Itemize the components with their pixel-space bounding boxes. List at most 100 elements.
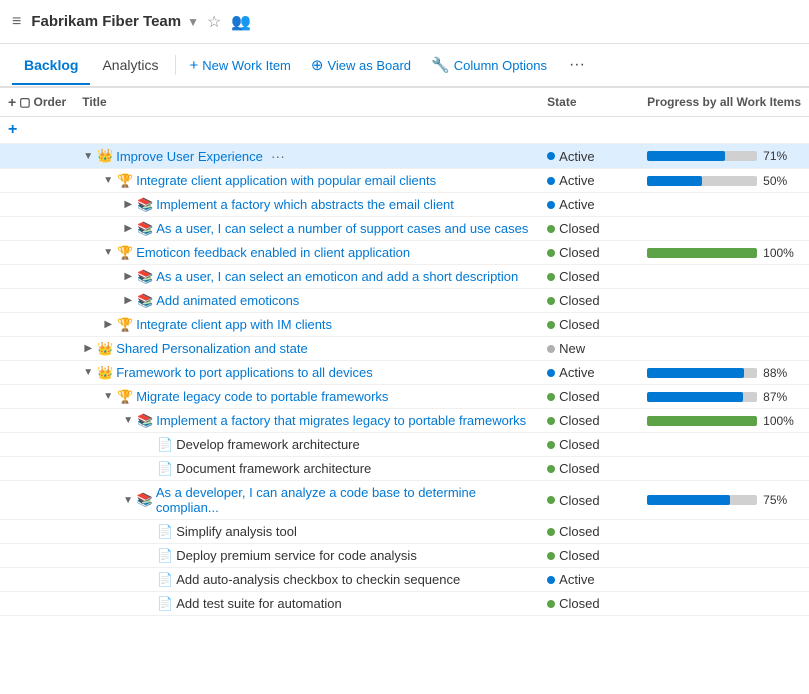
table-header-row: + ▢ Order Title State Progress by all Wo…	[0, 88, 809, 117]
table-row[interactable]: ▼ 🏆 Migrate legacy code to portable fram…	[0, 385, 809, 409]
progress-cell: 100%	[647, 414, 801, 428]
table-row[interactable]: ▼ 📚 Implement a factory that migrates le…	[0, 409, 809, 433]
th-title: Title	[74, 88, 539, 117]
th-add-icon[interactable]: +	[8, 94, 16, 110]
add-cell[interactable]: +	[0, 117, 809, 144]
star-icon[interactable]: ☆	[207, 12, 221, 32]
work-item-title[interactable]: Integrate client app with IM clients	[136, 317, 332, 332]
column-options-button[interactable]: 🔧 Column Options	[421, 50, 557, 80]
table-row[interactable]: ▶ 📚 Implement a factory which abstracts …	[0, 193, 809, 217]
collapse-arrow[interactable]: ▼	[102, 391, 114, 402]
collapse-arrow[interactable]: ▼	[102, 175, 114, 186]
work-item-title[interactable]: Implement a factory which abstracts the …	[156, 197, 454, 212]
work-item-title[interactable]: Add animated emoticons	[156, 293, 299, 308]
work-item-title[interactable]: Add test suite for automation	[176, 596, 341, 611]
table-row[interactable]: ▼ 🏆 Emoticon feedback enabled in client …	[0, 241, 809, 265]
state-dot	[547, 496, 555, 504]
state-cell: Closed	[547, 437, 631, 452]
top-bar: ≡ Fabrikam Fiber Team ▼ ☆ 👥	[0, 0, 809, 44]
row-more-button[interactable]: ···	[271, 148, 285, 164]
story-icon: 📚	[138, 270, 152, 284]
expand-arrow[interactable]: ▶	[122, 295, 134, 306]
state-label: Active	[559, 197, 594, 212]
state-dot	[547, 393, 555, 401]
collapse-arrow[interactable]: ▼	[102, 247, 114, 258]
collapse-arrow[interactable]: ▼	[82, 151, 94, 162]
task-icon: 📄	[158, 549, 172, 563]
work-item-title[interactable]: Framework to port applications to all de…	[116, 365, 373, 380]
work-item-title[interactable]: Shared Personalization and state	[116, 341, 308, 356]
work-item-title[interactable]: As a user, I can select a number of supp…	[156, 221, 528, 236]
work-item-title[interactable]: Migrate legacy code to portable framewor…	[136, 389, 388, 404]
work-item-title[interactable]: As a user, I can select an emoticon and …	[156, 269, 518, 284]
work-item-title[interactable]: Emoticon feedback enabled in client appl…	[136, 245, 410, 260]
progress-bar-bg	[647, 416, 757, 426]
work-item-title[interactable]: Improve User Experience	[116, 149, 263, 164]
story-icon: 📚	[138, 493, 152, 507]
table-row[interactable]: ▶ 📚 Add animated emoticons Closed	[0, 289, 809, 313]
collapse-arrow[interactable]: ▼	[122, 415, 134, 426]
order-cell	[0, 385, 74, 409]
collapse-arrow[interactable]: ▼	[122, 495, 134, 506]
table-row[interactable]: ▶ 📚 As a user, I can select a number of …	[0, 217, 809, 241]
table-row[interactable]: 📄 Simplify analysis tool Closed	[0, 520, 809, 544]
table-row[interactable]: 📄 Develop framework architecture Closed	[0, 433, 809, 457]
team-chevron-icon[interactable]: ▼	[187, 15, 199, 29]
column-options-label: Column Options	[454, 58, 547, 73]
work-item-title[interactable]: Integrate client application with popula…	[136, 173, 436, 188]
view-as-board-button[interactable]: ⊕ View as Board	[301, 50, 421, 80]
state-cell: Active	[547, 197, 631, 212]
feature-icon: 🏆	[118, 390, 132, 404]
th-check-icon[interactable]: ▢	[19, 95, 30, 109]
table-row[interactable]: ▼ 👑 Improve User Experience ··· Active 7…	[0, 144, 809, 169]
state-dot	[547, 528, 555, 536]
title-cell: 📄 Develop framework architecture	[74, 433, 539, 457]
tab-analytics[interactable]: Analytics	[90, 47, 170, 85]
state-dot	[547, 321, 555, 329]
expand-arrow[interactable]: ▶	[82, 343, 94, 354]
tab-backlog[interactable]: Backlog	[12, 47, 90, 85]
state-label: Active	[559, 149, 594, 164]
task-icon: 📄	[158, 462, 172, 476]
expand-arrow[interactable]: ▶	[102, 319, 114, 330]
table-row[interactable]: 📄 Document framework architecture Closed	[0, 457, 809, 481]
work-item-title[interactable]: As a developer, I can analyze a code bas…	[156, 485, 531, 515]
progress-bar-bg	[647, 392, 757, 402]
table-row[interactable]: 📄 Add auto-analysis checkbox to checkin …	[0, 568, 809, 592]
team-name-label[interactable]: Fabrikam Fiber Team	[31, 13, 181, 30]
state-label: Closed	[559, 548, 599, 563]
title-cell: ▶ 🏆 Integrate client app with IM clients	[74, 313, 539, 337]
order-cell	[0, 217, 74, 241]
table-row[interactable]: 📄 Deploy premium service for code analys…	[0, 544, 809, 568]
work-item-title[interactable]: Deploy premium service for code analysis	[176, 548, 417, 563]
table-row[interactable]: ▶ 🏆 Integrate client app with IM clients…	[0, 313, 809, 337]
expand-arrow[interactable]: ▶	[122, 199, 134, 210]
work-item-title[interactable]: Document framework architecture	[176, 461, 371, 476]
state-cell: Active	[547, 365, 631, 380]
table-row[interactable]: ▶ 📚 As a user, I can select an emoticon …	[0, 265, 809, 289]
add-icon[interactable]: +	[8, 121, 17, 138]
work-item-title[interactable]: Add auto-analysis checkbox to checkin se…	[176, 572, 460, 587]
table-row[interactable]: 📄 Add test suite for automation Closed	[0, 592, 809, 616]
order-cell	[0, 241, 74, 265]
people-icon[interactable]: 👥	[231, 12, 251, 32]
collapse-arrow[interactable]: ▼	[82, 367, 94, 378]
progress-bar-fill	[647, 416, 757, 426]
table-row[interactable]: ▼ 🏆 Integrate client application with po…	[0, 169, 809, 193]
expand-arrow[interactable]: ▶	[122, 223, 134, 234]
table-row[interactable]: ▶ 👑 Shared Personalization and state New	[0, 337, 809, 361]
feature-icon: 🏆	[118, 174, 132, 188]
more-actions-button[interactable]: ···	[561, 50, 593, 80]
table-row[interactable]: ▼ 📚 As a developer, I can analyze a code…	[0, 481, 809, 520]
table-row[interactable]: ▼ 👑 Framework to port applications to al…	[0, 361, 809, 385]
work-item-title[interactable]: Simplify analysis tool	[176, 524, 297, 539]
hamburger-icon[interactable]: ≡	[12, 13, 21, 31]
work-item-title[interactable]: Develop framework architecture	[176, 437, 360, 452]
state-cell: Closed	[547, 461, 631, 476]
expand-arrow[interactable]: ▶	[122, 271, 134, 282]
work-item-title[interactable]: Implement a factory that migrates legacy…	[156, 413, 526, 428]
progress-bar-fill	[647, 176, 702, 186]
new-work-item-button[interactable]: + New Work Item	[180, 51, 301, 80]
progress-label: 100%	[763, 246, 794, 260]
add-row[interactable]: +	[0, 117, 809, 144]
